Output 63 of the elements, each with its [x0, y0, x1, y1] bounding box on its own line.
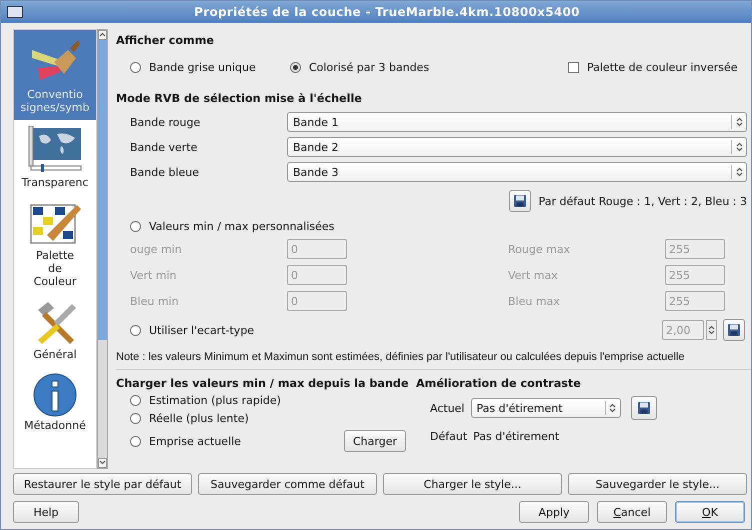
window-menu-icon[interactable]: [7, 6, 23, 18]
radio-button[interactable]: Réelle (plus lente): [130, 412, 416, 425]
radio-button[interactable]: Bande grise unique: [130, 60, 256, 74]
scrollbar[interactable]: [97, 29, 108, 469]
save-button[interactable]: [723, 319, 745, 341]
sidebar-item[interactable]: Transparenc: [14, 120, 96, 195]
up-down-arrows-icon: [736, 142, 742, 152]
save-button[interactable]: [508, 190, 531, 212]
field-label: ouge min: [130, 242, 183, 256]
sidebar-item-label: Métadonné: [24, 419, 86, 432]
dialog-button[interactable]: OK: [675, 501, 745, 523]
dialog-button[interactable]: Apply: [519, 501, 589, 523]
section-heading: Amélioration de contraste: [416, 376, 582, 392]
save-button[interactable]: [630, 396, 656, 420]
sidebar-item-label: Palette de Couleur: [34, 249, 76, 288]
band-dropdown[interactable]: Bande 1: [287, 112, 747, 132]
up-down-arrows-icon: [736, 167, 742, 177]
load-button[interactable]: Charger: [344, 430, 406, 452]
dialog-button[interactable]: Help: [13, 501, 79, 523]
sidebar-item[interactable]: Général: [14, 294, 96, 367]
radio-button[interactable]: Colorisé par 3 bandes: [290, 60, 430, 74]
info-icon: [33, 373, 77, 417]
field-label: Bande verte: [130, 140, 198, 154]
section-heading: Mode RVB de sélection mise à l'échelle: [116, 91, 363, 107]
spin-down-icon: [708, 330, 715, 335]
note-text: Note : les valeurs Minimum et Maximun sont estimées, définies par l'utilisateur ou calculées depuis l'emprise actuelle: [116, 341, 751, 370]
field-label: Défaut: [430, 430, 468, 443]
sidebar-item[interactable]: Conventio signes/symb: [14, 30, 96, 120]
radio-button[interactable]: Emprise actuelle: [130, 434, 241, 448]
field-label: Vert max: [508, 268, 559, 282]
sidebar-item[interactable]: Palette de Couleur: [14, 195, 96, 294]
radio-button[interactable]: Utiliser l'ecart-type: [130, 324, 254, 336]
field-label: Actuel: [430, 402, 464, 414]
field-label: Rouge max: [508, 242, 572, 256]
sidebar-item[interactable]: Métadonné: [14, 367, 96, 438]
field-label: Bande rouge: [130, 116, 202, 128]
field-label: Bleu min: [130, 294, 180, 308]
style-button[interactable]: Sauvegarder comme défaut: [198, 473, 377, 495]
style-button[interactable]: Sauvegarder le style...: [568, 473, 747, 495]
section-heading: Charger les valeurs min / max depuis la bande: [116, 376, 410, 392]
field-label: Vert min: [130, 268, 178, 282]
contrast-dropdown[interactable]: Pas d'étirement: [470, 398, 620, 418]
section-heading: Afficher comme: [116, 33, 215, 49]
field-label: Bleu max: [508, 294, 561, 308]
default-bands-text: Par défaut Rouge : 1, Vert : 2, Bleu : 3: [538, 194, 747, 208]
style-button[interactable]: Charger le style...: [383, 473, 562, 495]
spin-up-icon: [708, 325, 715, 330]
sidebar-item-label: Général: [33, 348, 77, 361]
window-title: Propriétés de la couche - TrueMarble.4km.10800x5400: [193, 5, 581, 19]
band-dropdown[interactable]: Bande 2: [287, 137, 747, 157]
sidebar-item-label: Conventio signes/symb: [20, 88, 90, 114]
default-contrast-value: Pas d'étirement: [473, 430, 560, 443]
style-button[interactable]: Restaurer le style par défaut: [13, 473, 192, 495]
up-down-arrows-icon: [609, 403, 616, 413]
dialog-button[interactable]: Cancel: [597, 501, 667, 523]
band-dropdown[interactable]: Bande 3: [287, 162, 747, 182]
radio-button[interactable]: Estimation (plus rapide): [130, 394, 416, 407]
up-down-arrows-icon: [736, 117, 742, 127]
world-map-icon: [27, 126, 83, 174]
sidebar-item-label: Transparenc: [22, 176, 88, 189]
checkbox[interactable]: Palette de couleur inversée: [568, 60, 738, 74]
spin-buttons[interactable]: [706, 320, 717, 340]
field-label: Bande bleue: [130, 166, 200, 178]
